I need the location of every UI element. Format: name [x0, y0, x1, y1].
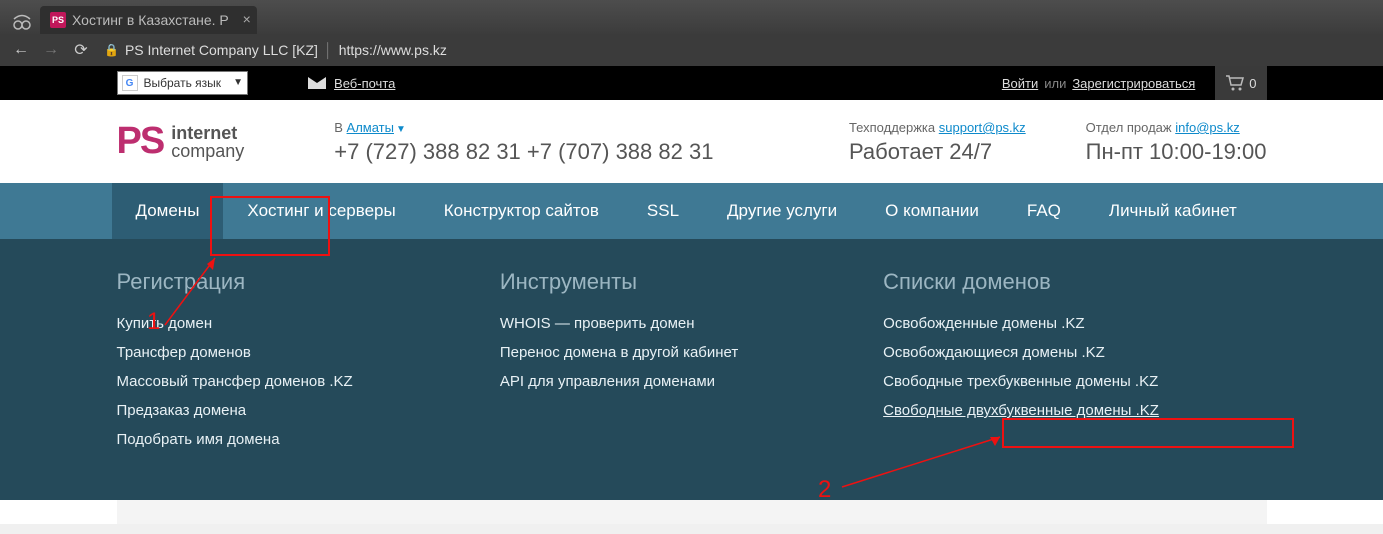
nav-item-account[interactable]: Личный кабинет: [1085, 183, 1261, 239]
url-text: https://www.ps.kz: [339, 42, 447, 58]
city-selector[interactable]: Алматы: [347, 120, 394, 135]
mega-heading: Списки доменов: [883, 269, 1246, 295]
back-button[interactable]: ←: [8, 37, 34, 63]
sales-label: Отдел продаж: [1086, 120, 1172, 135]
cart-button[interactable]: 0: [1215, 66, 1266, 100]
nav-item-about[interactable]: О компании: [861, 183, 1003, 239]
browser-chrome: PS Хостинг в Казахстане. Р × ← → ⟳ 🔒 PS …: [0, 0, 1383, 66]
address-bar-row: ← → ⟳ 🔒 PS Internet Company LLC [KZ] │ h…: [0, 34, 1383, 66]
register-link[interactable]: Зарегистрироваться: [1072, 76, 1195, 91]
nav-item-other[interactable]: Другие услуги: [703, 183, 861, 239]
mega-link-move[interactable]: Перенос домена в другой кабинет: [500, 344, 863, 361]
google-translate-icon: G: [122, 75, 138, 91]
support-label: Техподдержка: [849, 120, 935, 135]
separator: │: [324, 42, 333, 58]
cart-count: 0: [1249, 76, 1256, 91]
annotation-arrow-2: [840, 432, 1020, 492]
browser-tab[interactable]: PS Хостинг в Казахстане. Р ×: [40, 6, 257, 34]
mega-col-tools: Инструменты WHOIS — проверить домен Пере…: [500, 269, 883, 460]
mega-link-api[interactable]: API для управления доменами: [500, 373, 863, 390]
forward-button: →: [38, 37, 64, 63]
mega-link-transfer[interactable]: Трансфер доменов: [117, 344, 480, 361]
support-email[interactable]: support@ps.kz: [939, 120, 1026, 135]
webmail-link[interactable]: Веб-почта: [308, 76, 395, 91]
logo-ps: PS: [117, 120, 164, 163]
favicon-icon: PS: [50, 12, 66, 28]
nav-item-domains[interactable]: Домены: [112, 183, 224, 239]
address-bar[interactable]: 🔒 PS Internet Company LLC [KZ] │ https:/…: [98, 37, 1375, 63]
mega-heading: Инструменты: [500, 269, 863, 295]
tab-strip: PS Хостинг в Казахстане. Р ×: [0, 0, 1383, 34]
sales-hours: Пн-пт 10:00-19:00: [1086, 139, 1267, 165]
webmail-label: Веб-почта: [334, 76, 395, 91]
chevron-down-icon[interactable]: ▼: [396, 124, 406, 135]
nav-item-sitebuilder[interactable]: Конструктор сайтов: [420, 183, 623, 239]
support-hours: Работает 24/7: [849, 139, 1026, 165]
cart-icon: [1225, 75, 1245, 91]
sales-email[interactable]: info@ps.kz: [1175, 120, 1240, 135]
main-nav: Домены Хостинг и серверы Конструктор сай…: [0, 183, 1383, 239]
close-icon[interactable]: ×: [243, 12, 251, 26]
nav-item-faq[interactable]: FAQ: [1003, 183, 1085, 239]
language-selector[interactable]: G Выбрать язык ▼: [117, 71, 249, 95]
mega-link-suggest[interactable]: Подобрать имя домена: [117, 431, 480, 448]
utility-bar: G Выбрать язык ▼ Веб-почта Войти или Зар…: [0, 66, 1383, 100]
reload-button[interactable]: ⟳: [68, 37, 94, 63]
site-header: PS internet company В Алматы▼ +7 (727) 3…: [117, 100, 1267, 183]
mega-link-preorder[interactable]: Предзаказ домена: [117, 402, 480, 419]
logo-line2: company: [171, 142, 244, 160]
mail-icon: [308, 77, 326, 89]
logo-line1: internet: [171, 124, 244, 142]
lock-icon: 🔒: [104, 43, 119, 57]
tab-title: Хостинг в Казахстане. Р: [72, 12, 229, 28]
city-prefix: В: [334, 120, 346, 135]
language-label: Выбрать язык: [144, 76, 222, 90]
incognito-icon: [8, 10, 36, 34]
footer-strip: [117, 500, 1267, 524]
mega-link-free-2letter[interactable]: Свободные двухбуквенные домены .KZ: [883, 402, 1246, 419]
or-text: или: [1044, 76, 1066, 91]
mega-link-releasing[interactable]: Освобождающиеся домены .KZ: [883, 344, 1246, 361]
login-link[interactable]: Войти: [1002, 76, 1038, 91]
nav-item-hosting[interactable]: Хостинг и серверы: [223, 183, 419, 239]
annotation-number-2: 2: [818, 476, 831, 504]
mega-link-free-3letter[interactable]: Свободные трехбуквенные домены .KZ: [883, 373, 1246, 390]
mega-link-whois[interactable]: WHOIS — проверить домен: [500, 315, 863, 332]
mega-link-released[interactable]: Освобожденные домены .KZ: [883, 315, 1246, 332]
cert-owner: PS Internet Company LLC [KZ]: [125, 42, 318, 58]
annotation-number-1: 1: [147, 308, 160, 336]
logo[interactable]: PS internet company: [117, 120, 245, 163]
chevron-down-icon: ▼: [233, 77, 243, 88]
nav-item-ssl[interactable]: SSL: [623, 183, 703, 239]
mega-link-bulk-transfer[interactable]: Массовый трансфер доменов .KZ: [117, 373, 480, 390]
phones: +7 (727) 388 82 31 +7 (707) 388 82 31: [334, 139, 713, 165]
annotation-arrow-1: [160, 250, 230, 330]
